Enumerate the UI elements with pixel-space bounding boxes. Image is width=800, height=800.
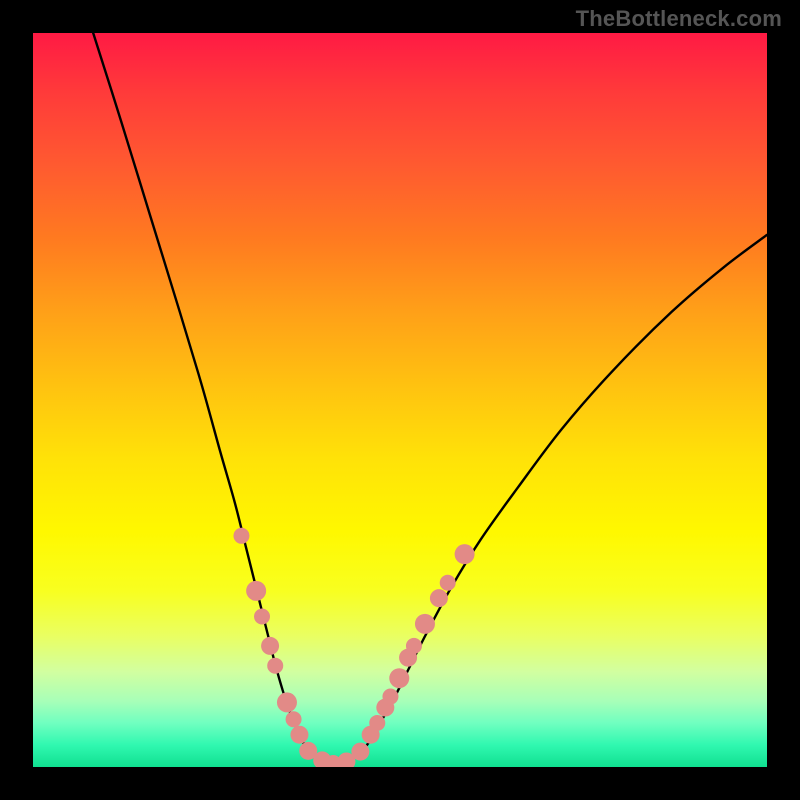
data-marker xyxy=(267,658,283,674)
data-marker xyxy=(277,692,297,712)
data-marker xyxy=(351,743,369,761)
data-marker xyxy=(246,581,266,601)
data-marker xyxy=(261,637,279,655)
data-marker xyxy=(286,711,302,727)
data-marker xyxy=(382,689,398,705)
data-marker xyxy=(290,726,308,744)
bottleneck-curve xyxy=(93,33,767,763)
chart-frame: TheBottleneck.com xyxy=(0,0,800,800)
data-marker xyxy=(254,609,270,625)
data-marker xyxy=(406,638,422,654)
data-marker xyxy=(455,544,475,564)
data-marker xyxy=(369,715,385,731)
data-marker xyxy=(440,575,456,591)
data-marker xyxy=(233,528,249,544)
watermark-text: TheBottleneck.com xyxy=(576,6,782,32)
chart-svg xyxy=(33,33,767,767)
data-marker xyxy=(389,668,409,688)
data-marker xyxy=(430,589,448,607)
data-marker xyxy=(415,614,435,634)
